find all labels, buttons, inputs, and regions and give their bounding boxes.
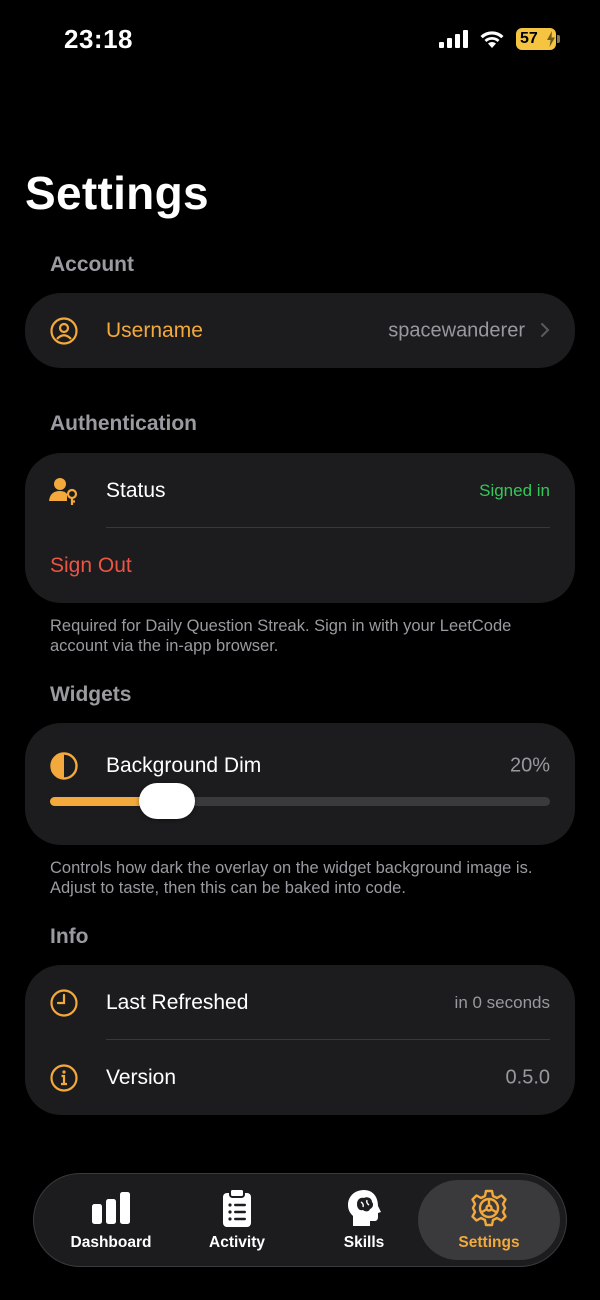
username-row[interactable]: Username spacewanderer xyxy=(25,293,575,368)
version-value: 0.5.0 xyxy=(505,1066,550,1088)
sign-out-label: Sign Out xyxy=(50,553,132,577)
charging-bolt-icon xyxy=(547,31,555,47)
status-bar: 23:18 57 xyxy=(0,0,600,80)
tab-settings[interactable]: Settings xyxy=(418,1180,560,1260)
gear-icon xyxy=(471,1189,507,1227)
auth-status-row: Status Signed in xyxy=(25,453,575,528)
version-row: Version 0.5.0 xyxy=(25,1040,575,1115)
username-value: spacewanderer xyxy=(388,319,525,341)
background-dim-slider[interactable] xyxy=(50,797,550,806)
battery-tip xyxy=(557,35,560,43)
info-circle-icon xyxy=(50,1063,78,1092)
tab-activity[interactable]: Activity xyxy=(172,1174,302,1268)
section-header-info: Info xyxy=(50,925,89,948)
settings-screen: 23:18 57 Settings Account Username space… xyxy=(0,0,600,1300)
tab-skills-label: Skills xyxy=(343,1234,385,1251)
page-title: Settings xyxy=(25,167,209,219)
status-label: Status xyxy=(106,478,166,502)
section-header-account: Account xyxy=(50,253,134,276)
widgets-card: Background Dim 20% xyxy=(25,723,575,845)
section-header-authentication: Authentication xyxy=(50,412,197,435)
cellular-signal-icon xyxy=(439,30,468,48)
status-time: 23:18 xyxy=(64,24,133,54)
wifi-icon xyxy=(480,31,504,48)
background-dim-row: Background Dim 20% xyxy=(25,728,575,803)
tab-skills[interactable]: Skills xyxy=(299,1174,429,1268)
half-circle-icon xyxy=(50,751,78,780)
chevron-right-icon xyxy=(541,323,550,337)
background-dim-label: Background Dim xyxy=(106,753,262,777)
tab-dashboard-label: Dashboard xyxy=(70,1234,152,1251)
info-card: Last Refreshed in 0 seconds Version 0.5.… xyxy=(25,965,575,1115)
clipboard-list-icon xyxy=(223,1188,251,1227)
widgets-footnote: Controls how dark the overlay on the wid… xyxy=(50,859,533,897)
last-refreshed-label: Last Refreshed xyxy=(106,990,249,1014)
slider-thumb[interactable] xyxy=(138,783,195,819)
tab-activity-label: Activity xyxy=(209,1234,265,1251)
tab-dashboard[interactable]: Dashboard xyxy=(46,1174,176,1268)
background-dim-value: 20% xyxy=(509,754,550,776)
battery-indicator: 57 xyxy=(516,28,560,52)
tab-settings-label: Settings xyxy=(458,1234,520,1251)
last-refreshed-value: in 0 seconds xyxy=(454,992,550,1012)
sign-out-button[interactable]: Sign Out xyxy=(25,528,575,603)
version-label: Version xyxy=(106,1065,177,1089)
section-header-widgets: Widgets xyxy=(50,683,132,706)
username-label: Username xyxy=(106,318,203,342)
authentication-card: Status Signed in Sign Out xyxy=(25,453,575,603)
account-card: Username spacewanderer xyxy=(25,293,575,368)
person-circle-icon xyxy=(50,316,78,345)
head-brain-icon xyxy=(348,1190,381,1226)
bar-chart-icon xyxy=(92,1192,130,1224)
tab-bar: Dashboard Activity Skills Settings xyxy=(33,1173,567,1267)
last-refreshed-row: Last Refreshed in 0 seconds xyxy=(25,965,575,1040)
clock-icon xyxy=(50,988,78,1017)
authentication-footnote: Required for Daily Question Streak. Sign… xyxy=(50,617,512,655)
signed-in-badge: Signed in xyxy=(479,480,550,500)
person-key-icon xyxy=(49,477,78,505)
